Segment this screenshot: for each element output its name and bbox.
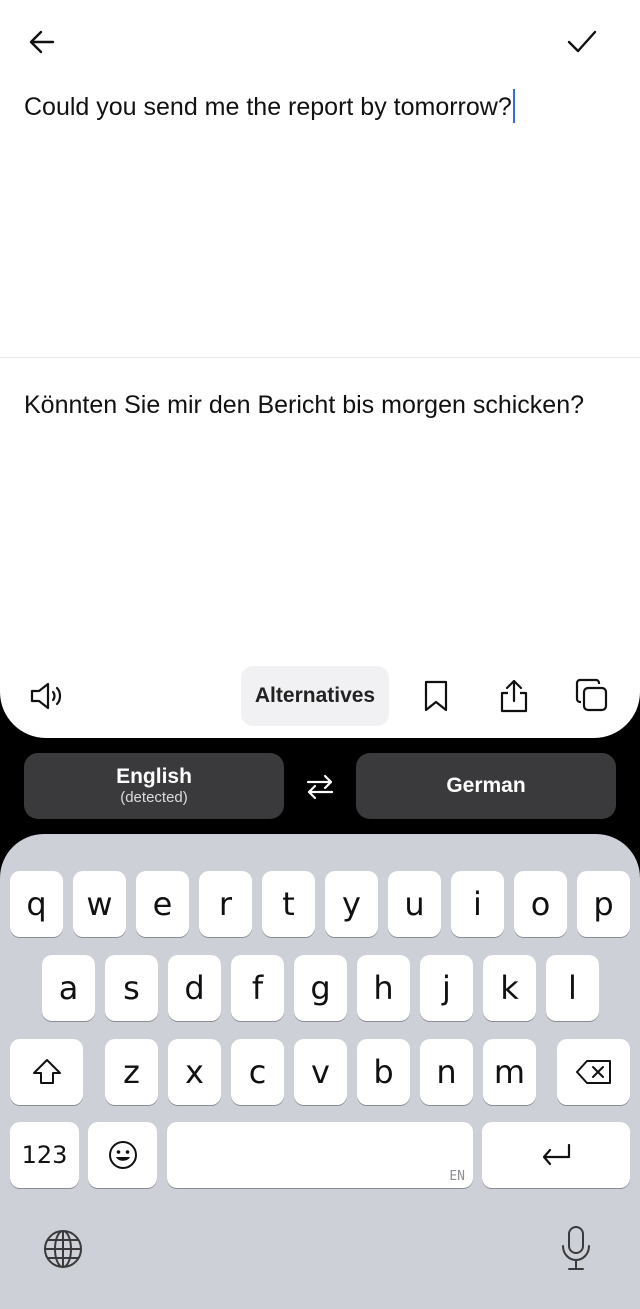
translation-card: Could you send me the report by tomorrow…	[0, 0, 640, 738]
source-language-button[interactable]: English (detected)	[24, 753, 284, 819]
source-text: Could you send me the report by tomorrow…	[24, 93, 512, 121]
target-language-label: German	[446, 774, 526, 797]
key-f[interactable]: f	[231, 955, 284, 1021]
key-u[interactable]: u	[388, 871, 441, 937]
bookmark-button[interactable]	[408, 664, 464, 728]
speaker-icon	[30, 682, 62, 710]
copy-button[interactable]	[564, 664, 620, 728]
backspace-key[interactable]	[557, 1039, 630, 1105]
emoji-key[interactable]	[88, 1122, 157, 1188]
checkmark-icon	[567, 30, 597, 53]
key-r[interactable]: r	[199, 871, 252, 937]
key-z[interactable]: z	[105, 1039, 158, 1105]
return-icon	[542, 1143, 571, 1166]
return-key[interactable]	[482, 1122, 630, 1188]
key-a[interactable]: a	[42, 955, 95, 1021]
key-o[interactable]: o	[514, 871, 567, 937]
key-k[interactable]: k	[483, 955, 536, 1021]
key-l[interactable]: l	[546, 955, 599, 1021]
source-language-label: English	[116, 765, 192, 788]
space-key[interactable]: EN	[167, 1122, 473, 1188]
share-button[interactable]	[486, 664, 542, 728]
key-i[interactable]: i	[451, 871, 504, 937]
translated-text: Könnten Sie mir den Bericht bis morgen s…	[24, 391, 585, 419]
key-c[interactable]: c	[231, 1039, 284, 1105]
key-j[interactable]: j	[420, 955, 473, 1021]
key-x[interactable]: x	[168, 1039, 221, 1105]
share-icon	[500, 679, 528, 713]
copy-icon	[575, 678, 608, 712]
key-e[interactable]: e	[136, 871, 189, 937]
globe-button[interactable]	[40, 1226, 86, 1272]
arrow-left-icon	[29, 30, 55, 54]
numbers-key[interactable]: 123	[10, 1122, 79, 1188]
swap-languages-button[interactable]	[296, 763, 344, 811]
speak-button[interactable]	[20, 664, 76, 728]
space-language-hint: EN	[449, 1169, 465, 1184]
backspace-icon	[575, 1060, 611, 1084]
action-bar: Alternatives	[0, 664, 640, 728]
done-button[interactable]	[560, 20, 604, 64]
key-w[interactable]: w	[73, 871, 126, 937]
key-n[interactable]: n	[420, 1039, 473, 1105]
target-language-button[interactable]: German	[356, 753, 616, 819]
key-g[interactable]: g	[294, 955, 347, 1021]
shift-arrow-icon	[32, 1059, 61, 1084]
key-b[interactable]: b	[357, 1039, 410, 1105]
back-button[interactable]	[20, 20, 64, 64]
text-cursor	[512, 89, 515, 123]
keyboard: q w e r t y u i o p a s d f g h j k l z …	[0, 834, 640, 1309]
key-p[interactable]: p	[577, 871, 630, 937]
bookmark-icon	[424, 680, 448, 712]
globe-icon	[44, 1230, 82, 1268]
dictation-button[interactable]	[555, 1222, 597, 1274]
swap-arrows-icon	[306, 774, 334, 800]
source-text-input[interactable]: Could you send me the report by tomorrow…	[24, 88, 614, 126]
key-v[interactable]: v	[294, 1039, 347, 1105]
divider	[0, 357, 640, 358]
alternatives-button[interactable]: Alternatives	[241, 666, 389, 726]
key-s[interactable]: s	[105, 955, 158, 1021]
key-d[interactable]: d	[168, 955, 221, 1021]
key-t[interactable]: t	[262, 871, 315, 937]
key-m[interactable]: m	[483, 1039, 536, 1105]
key-y[interactable]: y	[325, 871, 378, 937]
detected-note: (detected)	[120, 789, 188, 806]
key-h[interactable]: h	[357, 955, 410, 1021]
microphone-icon	[562, 1226, 590, 1270]
key-q[interactable]: q	[10, 871, 63, 937]
shift-key[interactable]	[10, 1039, 83, 1105]
emoji-icon	[108, 1141, 137, 1169]
